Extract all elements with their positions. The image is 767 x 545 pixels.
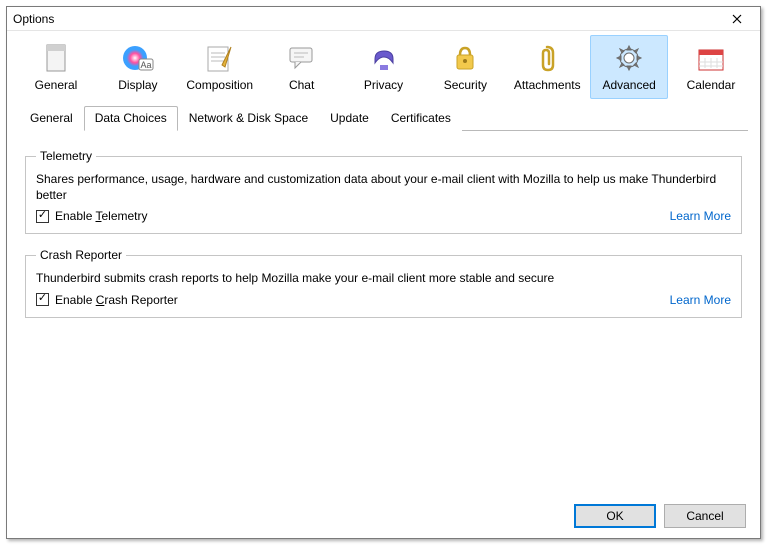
checkbox-icon xyxy=(36,210,49,223)
telemetry-legend: Telemetry xyxy=(36,149,96,163)
toolbar-general[interactable]: General xyxy=(17,35,95,99)
subtab-certificates[interactable]: Certificates xyxy=(380,106,462,131)
calendar-icon xyxy=(673,40,749,76)
dialog-buttons: OK Cancel xyxy=(7,494,760,538)
crash-checkbox[interactable]: Enable Crash Reporter xyxy=(36,293,178,307)
toolbar-attachments[interactable]: Attachments xyxy=(508,35,586,99)
close-button[interactable] xyxy=(720,9,754,29)
toolbar-advanced-label: Advanced xyxy=(591,78,667,92)
ok-button[interactable]: OK xyxy=(574,504,656,528)
toolbar-attachments-label: Attachments xyxy=(509,78,585,92)
subtab-data-choices[interactable]: Data Choices xyxy=(84,106,178,131)
subtab-update[interactable]: Update xyxy=(319,106,380,131)
toolbar-security-label: Security xyxy=(427,78,503,92)
subtab-network[interactable]: Network & Disk Space xyxy=(178,106,319,131)
telemetry-group: Telemetry Shares performance, usage, har… xyxy=(25,149,742,234)
crash-group: Crash Reporter Thunderbird submits crash… xyxy=(25,248,742,317)
cancel-button[interactable]: Cancel xyxy=(664,504,746,528)
telemetry-checkbox-label: Enable Telemetry xyxy=(55,209,148,223)
category-toolbar: General Aa Display Composition xyxy=(7,31,760,101)
crash-legend: Crash Reporter xyxy=(36,248,126,262)
toolbar-advanced[interactable]: Advanced xyxy=(590,35,668,99)
crash-desc: Thunderbird submits crash reports to hel… xyxy=(36,270,731,286)
toolbar-security[interactable]: Security xyxy=(426,35,504,99)
chat-icon xyxy=(264,40,340,76)
display-icon: Aa xyxy=(100,40,176,76)
toolbar-privacy-label: Privacy xyxy=(346,78,422,92)
privacy-icon xyxy=(346,40,422,76)
crash-checkbox-label: Enable Crash Reporter xyxy=(55,293,178,307)
checkbox-icon xyxy=(36,293,49,306)
svg-text:Aa: Aa xyxy=(140,60,151,70)
toolbar-display-label: Display xyxy=(100,78,176,92)
composition-icon xyxy=(182,40,258,76)
toolbar-display[interactable]: Aa Display xyxy=(99,35,177,99)
toolbar-general-label: General xyxy=(18,78,94,92)
sub-tabs: General Data Choices Network & Disk Spac… xyxy=(7,101,760,131)
toolbar-composition-label: Composition xyxy=(182,78,258,92)
window-title: Options xyxy=(13,12,54,26)
telemetry-learn-more-link[interactable]: Learn More xyxy=(670,209,731,223)
attachments-icon xyxy=(509,40,585,76)
crash-learn-more-link[interactable]: Learn More xyxy=(670,293,731,307)
subtab-general[interactable]: General xyxy=(19,106,84,131)
toolbar-composition[interactable]: Composition xyxy=(181,35,259,99)
toolbar-chat-label: Chat xyxy=(264,78,340,92)
security-icon xyxy=(427,40,503,76)
titlebar: Options xyxy=(7,7,760,31)
advanced-icon xyxy=(591,40,667,76)
toolbar-calendar-label: Calendar xyxy=(673,78,749,92)
toolbar-privacy[interactable]: Privacy xyxy=(345,35,423,99)
toolbar-calendar[interactable]: Calendar xyxy=(672,35,750,99)
telemetry-desc: Shares performance, usage, hardware and … xyxy=(36,171,731,203)
general-icon xyxy=(18,40,94,76)
telemetry-checkbox[interactable]: Enable Telemetry xyxy=(36,209,148,223)
options-window: Options General Aa Display xyxy=(6,6,761,539)
content-panel: Telemetry Shares performance, usage, har… xyxy=(7,131,760,494)
toolbar-chat[interactable]: Chat xyxy=(263,35,341,99)
